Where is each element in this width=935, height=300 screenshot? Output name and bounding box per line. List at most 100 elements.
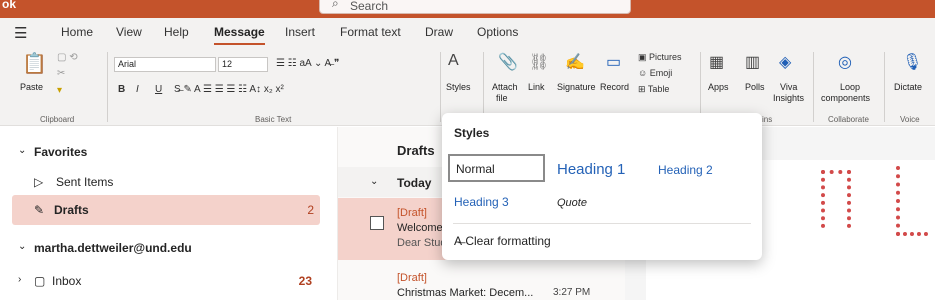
list-item[interactable]: [Draft] Christmas Market: Decem... 3:27 … xyxy=(338,267,626,300)
app-name: ok xyxy=(2,0,17,11)
underline-icon[interactable]: U xyxy=(155,84,162,95)
account-header[interactable]: ⌄ martha.dettweiler@und.edu xyxy=(0,233,336,263)
search-box[interactable]: ⌕ Search xyxy=(319,0,631,14)
tab-view[interactable]: View xyxy=(116,25,142,39)
font-name-dropdown[interactable]: Arial xyxy=(114,57,216,72)
emoji-label: Emoji xyxy=(649,68,673,78)
list-format-icons[interactable]: ☰ ☷ aA ⌄ A̶ ❞ xyxy=(276,58,339,69)
microphone-icon[interactable]: 🎙 xyxy=(902,52,922,72)
viva-insights-label: Insights xyxy=(773,93,805,103)
chevron-down-icon: ⌄ xyxy=(18,145,27,156)
sidebar-item-inbox[interactable]: › ▢ Inbox 23 xyxy=(0,266,336,296)
sidebar-item-drafts[interactable]: ✎ Drafts 2 xyxy=(12,195,320,225)
divider xyxy=(440,52,441,122)
tab-draw[interactable]: Draw xyxy=(425,25,453,39)
decorative-letter xyxy=(896,166,928,236)
tab-insert[interactable]: Insert xyxy=(285,25,315,39)
cut-icon[interactable]: ✂ xyxy=(57,68,65,79)
chevron-down-icon: ⌄ xyxy=(18,241,27,252)
paste-button[interactable]: Paste xyxy=(20,82,43,93)
link-button[interactable]: Link xyxy=(528,82,545,93)
clear-formatting-label: Clear formatting xyxy=(465,234,551,248)
style-normal[interactable]: Normal xyxy=(448,154,545,182)
divider xyxy=(483,52,484,122)
signature-button[interactable]: Signature xyxy=(557,82,596,93)
styles-icon[interactable]: A xyxy=(448,52,459,70)
tab-home[interactable]: Home xyxy=(61,25,93,39)
viva-insights-icon[interactable]: ◈ xyxy=(779,52,791,72)
viva-button[interactable]: Viva xyxy=(780,82,797,93)
favorites-header[interactable]: ⌄ Favorites xyxy=(0,137,336,167)
tab-format-text[interactable]: Format text xyxy=(340,25,401,39)
chevron-down-icon: ⌄ xyxy=(370,176,379,187)
pencil-icon: ✎ xyxy=(34,203,45,217)
apps-button[interactable]: Apps xyxy=(708,82,729,93)
drafts-label: Drafts xyxy=(54,203,89,217)
folder-pane: ⌄ Favorites ▷ Sent Items ✎ Drafts 2 ⌄ ma… xyxy=(0,127,336,300)
sidebar-item-sent[interactable]: ▷ Sent Items xyxy=(0,167,336,197)
title-bar: ok ⌕ Search xyxy=(0,0,935,18)
bold-icon[interactable]: B xyxy=(118,84,125,95)
italic-icon[interactable]: I xyxy=(136,84,139,95)
send-icon: ▷ xyxy=(34,175,44,189)
add-ins-group-label: ins xyxy=(762,115,773,124)
menu-bar: ☰ Home View Help Message Insert Format t… xyxy=(0,18,935,46)
paste-icon[interactable]: 📋 xyxy=(22,51,47,76)
dictate-button[interactable]: Dictate xyxy=(894,82,922,93)
record-button[interactable]: Record xyxy=(600,82,629,93)
pictures-button[interactable]: ▣ Pictures xyxy=(638,52,682,63)
loop-button[interactable]: Loop xyxy=(840,82,860,93)
styles-popup-title: Styles xyxy=(454,126,490,140)
inbox-label: Inbox xyxy=(52,274,82,288)
clear-formatting-icon: A̶ xyxy=(454,234,466,248)
font-size-dropdown[interactable]: 12 xyxy=(218,57,268,72)
style-quote[interactable]: Quote xyxy=(557,197,587,209)
clear-formatting-button[interactable]: A̶ Clear formatting xyxy=(454,234,551,248)
item-subject: Welcome xyxy=(397,222,443,234)
styles-button[interactable]: Styles xyxy=(446,82,471,93)
style-heading-1[interactable]: Heading 1 xyxy=(557,161,625,178)
favorites-label: Favorites xyxy=(34,145,88,159)
attach-file-label: file xyxy=(496,93,508,103)
draft-tag: [Draft] xyxy=(397,207,427,219)
pictures-label: Pictures xyxy=(649,52,682,62)
link-icon[interactable]: ⛓ xyxy=(529,52,549,72)
record-icon[interactable]: ▭ xyxy=(606,52,621,72)
search-icon: ⌕ xyxy=(332,0,339,10)
polls-button[interactable]: Polls xyxy=(745,82,765,93)
tab-message[interactable]: Message xyxy=(214,25,265,45)
attach-icon[interactable]: 📎 xyxy=(498,52,518,72)
sent-label: Sent Items xyxy=(56,175,114,189)
divider xyxy=(700,52,701,122)
table-button[interactable]: ⊞ Table xyxy=(638,84,669,95)
style-heading-3[interactable]: Heading 3 xyxy=(454,195,509,209)
item-preview: Dear Stud xyxy=(397,237,447,249)
style-heading-2[interactable]: Heading 2 xyxy=(658,163,713,177)
hamburger-icon[interactable]: ☰ xyxy=(14,24,27,42)
loop-icon[interactable]: ◎ xyxy=(838,52,852,72)
signature-icon[interactable]: ✍ xyxy=(565,52,585,72)
copy-icon[interactable]: ▢ ⟲ xyxy=(57,52,78,63)
search-placeholder: Search xyxy=(350,0,389,13)
divider xyxy=(107,52,108,122)
clipboard-group-label: Clipboard xyxy=(40,115,75,124)
drafts-count: 2 xyxy=(307,203,314,217)
select-checkbox[interactable] xyxy=(370,216,384,230)
inbox-count: 23 xyxy=(298,274,312,288)
polls-icon[interactable]: ▥ xyxy=(745,52,760,72)
item-time: 3:27 PM xyxy=(553,287,591,298)
voice-group-label: Voice xyxy=(900,115,920,124)
emoji-button[interactable]: ☺ Emoji xyxy=(638,68,672,78)
format-icons[interactable]: S̶ ✎ A ☰ ☰ ☰ ☷ A↕ x₂ x² xyxy=(174,84,284,95)
format-painter-icon[interactable]: ▾ xyxy=(57,85,62,96)
apps-icon[interactable]: ▦ xyxy=(709,52,724,72)
table-label: Table xyxy=(647,84,670,94)
tab-options[interactable]: Options xyxy=(477,25,518,39)
account-label: martha.dettweiler@und.edu xyxy=(34,241,192,255)
decorative-letter xyxy=(821,170,851,228)
draft-tag: [Draft] xyxy=(397,272,427,284)
attach-button[interactable]: Attach xyxy=(492,82,518,93)
item-subject: Christmas Market: Decem... xyxy=(397,287,534,299)
pictures-icon: ▣ xyxy=(638,52,650,62)
tab-help[interactable]: Help xyxy=(164,25,189,39)
